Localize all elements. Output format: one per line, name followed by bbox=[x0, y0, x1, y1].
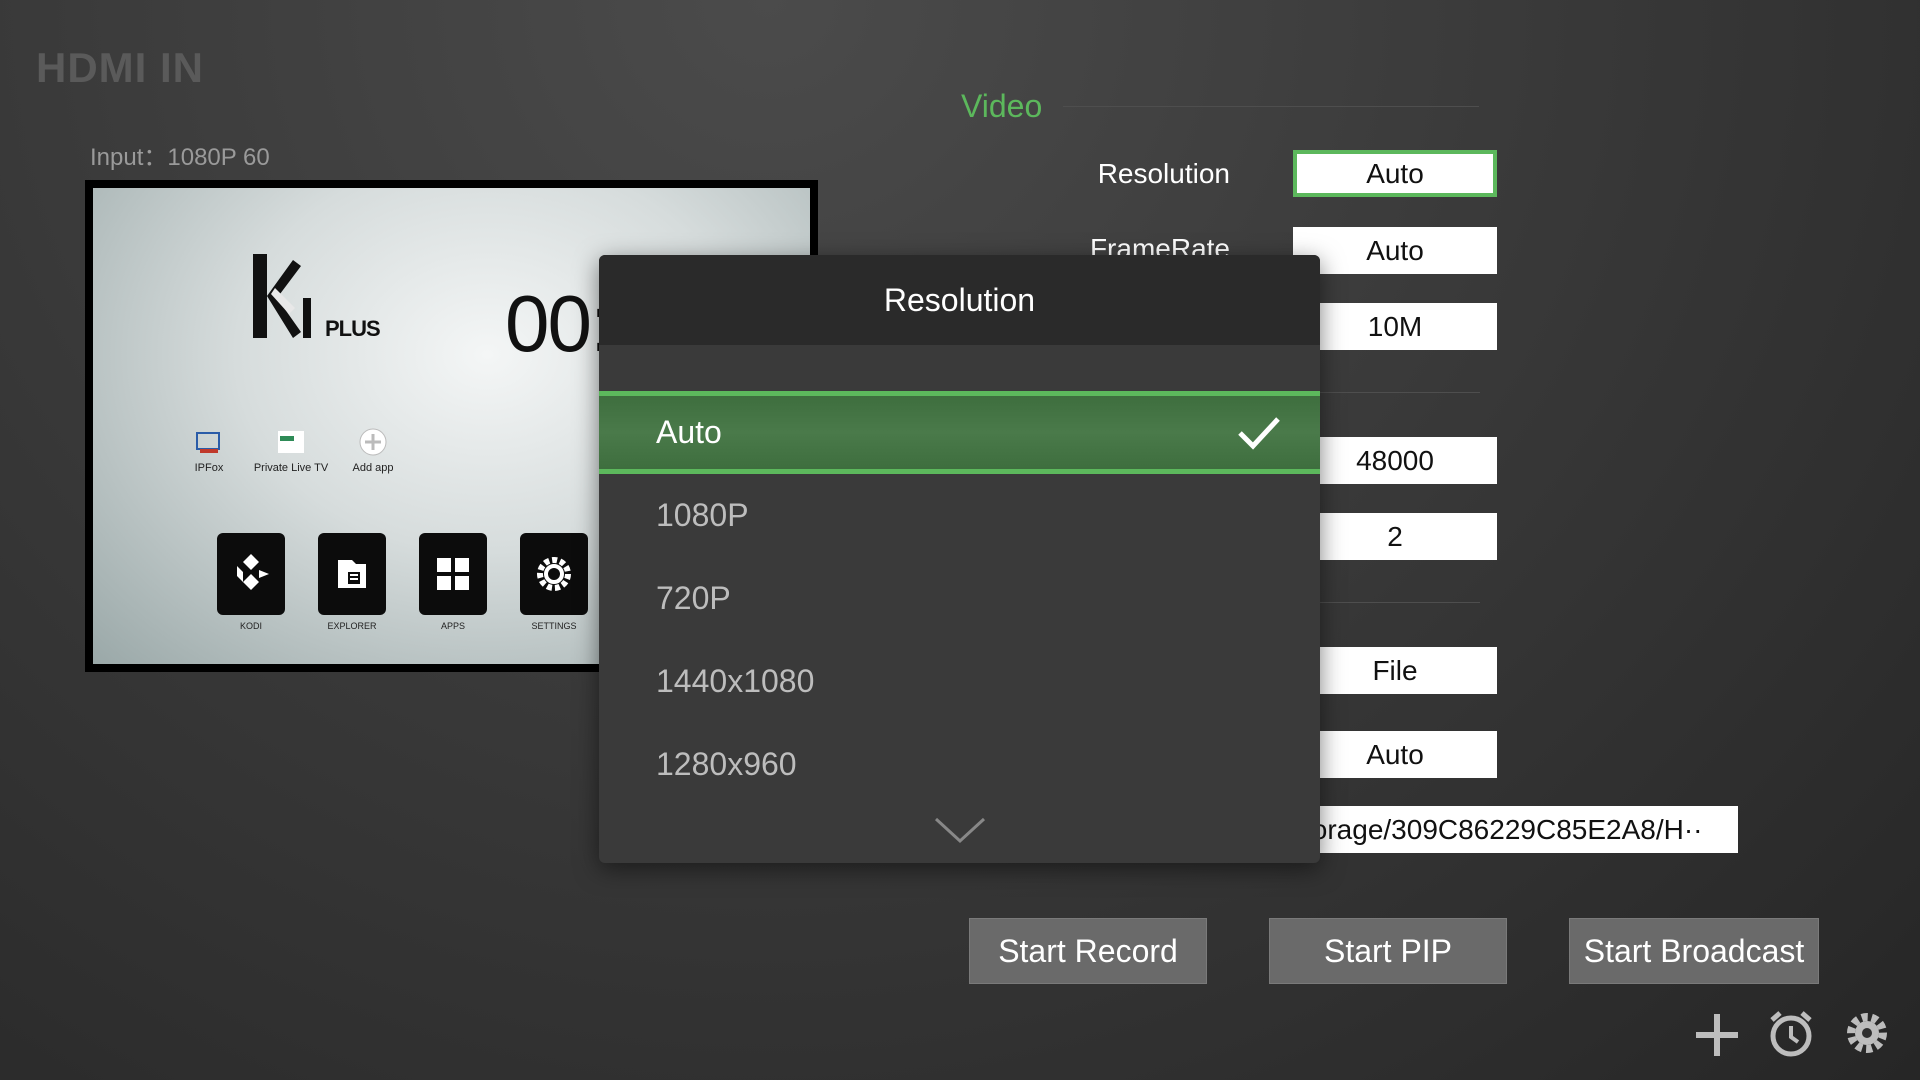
option-1080p[interactable]: 1080P bbox=[599, 474, 1320, 557]
option-1440x1080[interactable]: 1440x1080 bbox=[599, 640, 1320, 723]
shortcut-label: Add app bbox=[352, 462, 394, 474]
option-label: 720P bbox=[656, 580, 731, 616]
section-divider bbox=[1320, 602, 1480, 603]
option-label: 1280x960 bbox=[656, 746, 797, 782]
apps-grid-icon bbox=[437, 558, 469, 590]
dialog-spacer bbox=[599, 345, 1320, 391]
start-pip-button[interactable]: Start PIP bbox=[1269, 918, 1507, 984]
resolution-dialog: Resolution Auto 1080P 720P 1440x1080 128… bbox=[599, 255, 1320, 863]
private-live-tv-icon bbox=[276, 426, 306, 458]
option-label: Auto bbox=[656, 414, 722, 450]
explorer-icon bbox=[338, 560, 366, 588]
kodi-icon bbox=[237, 554, 269, 590]
option-auto[interactable]: Auto bbox=[599, 391, 1320, 474]
shortcut-row: IPFox Private Live TV Add app bbox=[178, 426, 404, 474]
shortcut-private-live-tv[interactable]: Private Live TV bbox=[254, 426, 328, 474]
app-tiles: KODI EXPLORER APPS SETTINGS bbox=[217, 533, 588, 631]
resolution-label: Resolution bbox=[1097, 158, 1230, 189]
shortcut-ipfox[interactable]: IPFox bbox=[178, 426, 240, 474]
chevron-down-icon[interactable] bbox=[932, 815, 988, 845]
dialog-title: Resolution bbox=[599, 255, 1320, 345]
tile-label: SETTINGS bbox=[531, 621, 577, 631]
settings-gear-icon bbox=[537, 557, 571, 591]
output-format-value[interactable]: Auto bbox=[1293, 731, 1497, 778]
tile-apps[interactable]: APPS bbox=[419, 533, 487, 631]
video-section-title: Video bbox=[961, 88, 1043, 124]
option-720p[interactable]: 720P bbox=[599, 557, 1320, 640]
option-label: 1440x1080 bbox=[656, 663, 815, 699]
framerate-value[interactable]: Auto bbox=[1293, 227, 1497, 274]
bitrate-value[interactable]: 10M bbox=[1293, 303, 1497, 350]
gear-icon[interactable] bbox=[1842, 1008, 1892, 1058]
shortcut-add-app[interactable]: Add app bbox=[342, 426, 404, 474]
channels-value[interactable]: 2 bbox=[1293, 513, 1497, 560]
output-path-value[interactable]: torage/309C86229C85E2A8/H·· bbox=[1300, 806, 1738, 853]
start-record-button[interactable]: Start Record bbox=[969, 918, 1207, 984]
start-broadcast-button[interactable]: Start Broadcast bbox=[1569, 918, 1819, 984]
samplerate-value[interactable]: 48000 bbox=[1293, 437, 1497, 484]
input-label: Input：1080P 60 bbox=[90, 144, 270, 171]
tile-settings[interactable]: SETTINGS bbox=[520, 533, 588, 631]
tile-kodi[interactable]: KODI bbox=[217, 533, 285, 631]
shortcut-label: IPFox bbox=[194, 462, 224, 474]
plus-icon[interactable] bbox=[1692, 1010, 1742, 1060]
option-label: 1080P bbox=[656, 497, 749, 533]
add-app-icon bbox=[358, 426, 388, 458]
section-divider bbox=[1063, 106, 1479, 107]
option-1280x960[interactable]: 1280x960 bbox=[599, 723, 1320, 806]
output-path-text: torage/309C86229C85E2A8/H·· bbox=[1304, 813, 1703, 845]
tile-label: EXPLORER bbox=[327, 621, 377, 631]
ipfox-icon bbox=[194, 426, 224, 458]
tile-explorer[interactable]: EXPLORER bbox=[318, 533, 386, 631]
output-type-value[interactable]: File bbox=[1293, 647, 1497, 694]
section-divider bbox=[1320, 392, 1480, 393]
logo-plus-text: PLUS bbox=[325, 316, 381, 341]
shortcut-label: Private Live TV bbox=[253, 462, 329, 474]
alarm-clock-icon[interactable] bbox=[1766, 1008, 1816, 1060]
resolution-value[interactable]: Auto bbox=[1293, 150, 1497, 197]
tile-label: KODI bbox=[239, 621, 262, 631]
tile-label: APPS bbox=[440, 621, 465, 631]
app-title: HDMI IN bbox=[36, 44, 204, 91]
check-icon bbox=[1238, 416, 1280, 450]
